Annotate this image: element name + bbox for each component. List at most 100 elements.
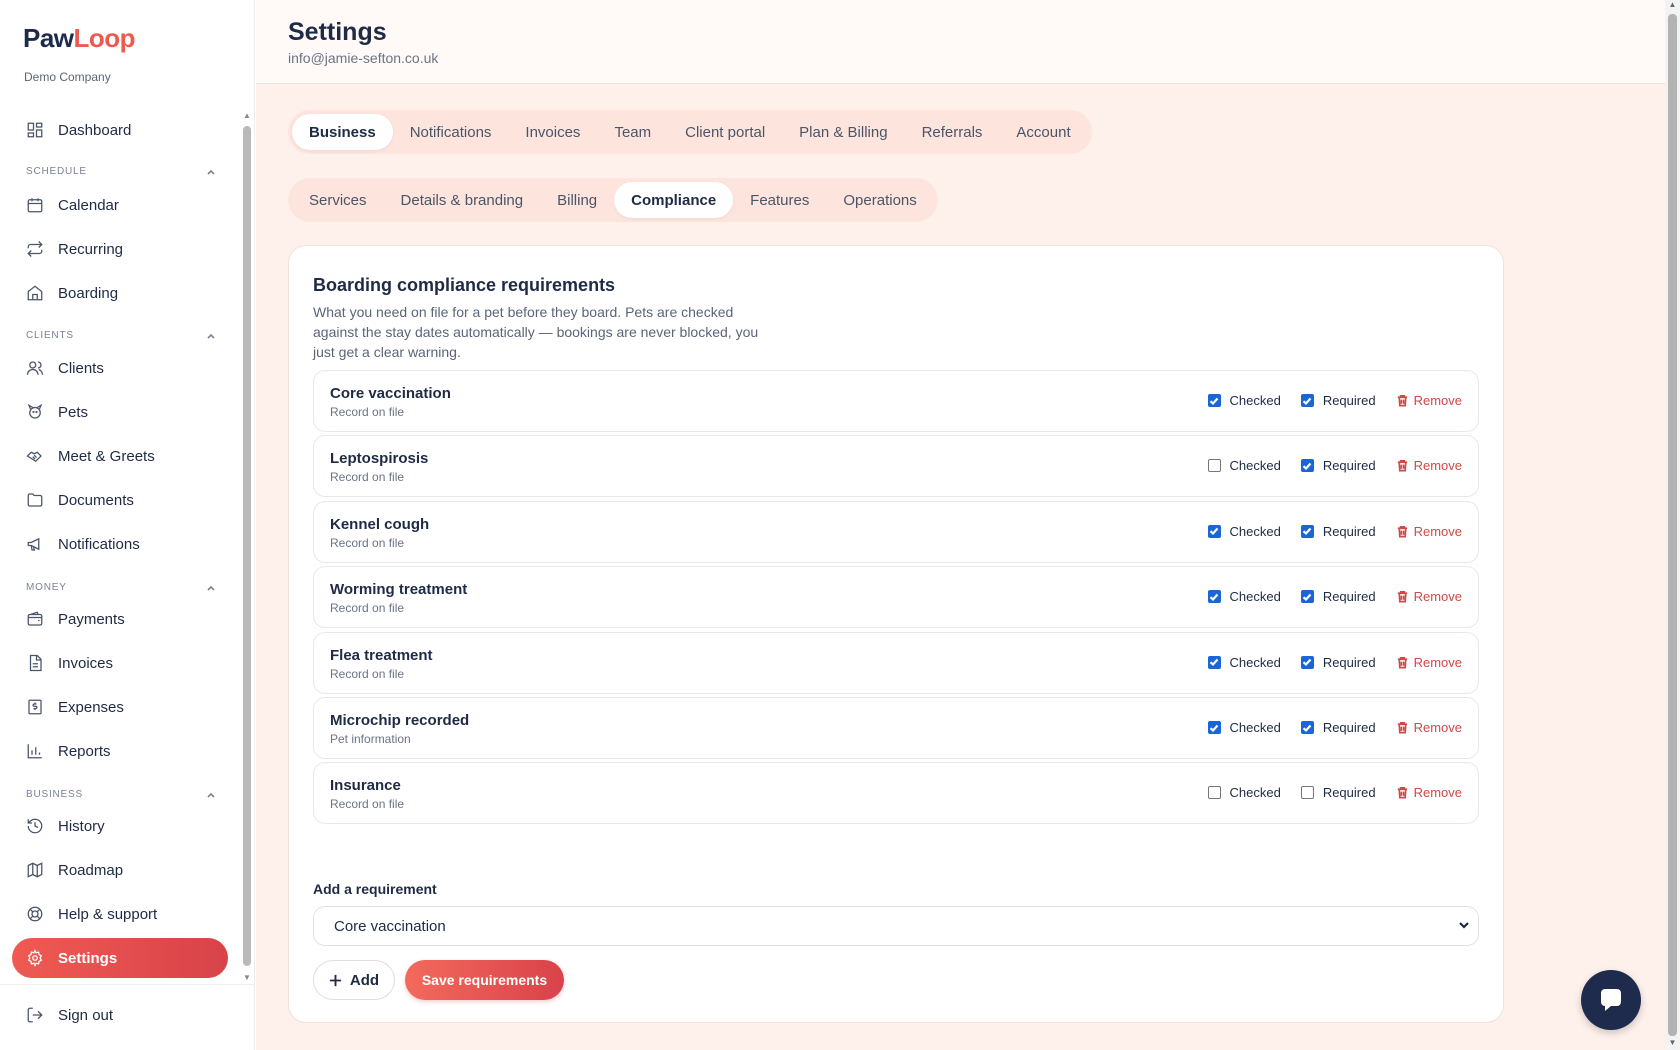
requirement-select[interactable]: Core vaccination (313, 906, 1479, 946)
requirement-name: Kennel cough (330, 515, 430, 533)
tab-client-portal[interactable]: Client portal (668, 114, 782, 150)
tab-invoices[interactable]: Invoices (508, 114, 597, 150)
remove-button[interactable]: Remove (1396, 720, 1462, 735)
checkbox[interactable] (1207, 786, 1221, 800)
checked-checkbox[interactable]: Checked (1207, 785, 1281, 800)
checkbox[interactable] (1207, 655, 1221, 669)
checked-checkbox[interactable]: Checked (1207, 524, 1281, 539)
page-title: Settings (288, 18, 387, 46)
document-icon (26, 654, 44, 672)
sidebar-item-help[interactable]: Help & support (12, 894, 228, 934)
trash-icon (1396, 525, 1414, 538)
checked-checkbox[interactable]: Checked (1207, 393, 1281, 408)
requirement-controls: Checked Required Remove (1207, 785, 1462, 800)
remove-button[interactable]: Remove (1396, 393, 1462, 408)
section-business[interactable]: BUSINESS (26, 789, 216, 800)
sidebar-item-documents[interactable]: Documents (12, 480, 228, 520)
checkbox[interactable] (1300, 524, 1314, 538)
megaphone-icon (26, 535, 44, 553)
subtab-details-branding[interactable]: Details & branding (384, 182, 541, 218)
checkbox[interactable] (1300, 721, 1314, 734)
section-schedule[interactable]: SCHEDULE (26, 166, 216, 177)
checkbox[interactable] (1207, 590, 1221, 604)
trash-icon (1396, 590, 1414, 603)
sidebar-scroll-thumb[interactable] (243, 126, 251, 966)
sidebar-item-clients[interactable]: Clients (12, 348, 228, 388)
checkbox[interactable] (1300, 459, 1314, 473)
sidebar-item-expenses[interactable]: Expenses (12, 687, 228, 727)
sidebar-item-payments[interactable]: Payments (12, 599, 228, 639)
pawloop-logo[interactable]: PawLoop (23, 22, 136, 54)
sidebar-item-settings[interactable]: Settings (12, 938, 228, 978)
sign-out-button[interactable]: Sign out (26, 1006, 113, 1024)
requirement-row: Kennel cough Record on file Checked Require… (313, 500, 1479, 563)
tab-referrals[interactable]: Referrals (905, 114, 1000, 150)
required-checkbox[interactable]: Required (1300, 655, 1376, 670)
tab-plan-billing[interactable]: Plan & Billing (782, 114, 904, 150)
checkbox[interactable] (1207, 721, 1221, 734)
chevron-up-icon (206, 331, 216, 341)
sidebar-item-roadmap[interactable]: Roadmap (12, 850, 228, 890)
chat-button[interactable] (1581, 970, 1641, 1030)
required-checkbox[interactable]: Required (1300, 720, 1376, 735)
required-checkbox[interactable]: Required (1300, 785, 1376, 800)
section-clients[interactable]: CLIENTS (26, 330, 216, 341)
scroll-up-arrow-icon[interactable]: ▲ (1665, 0, 1680, 12)
remove-button[interactable]: Remove (1396, 589, 1462, 604)
remove-button[interactable]: Remove (1396, 785, 1462, 800)
tab-team[interactable]: Team (597, 114, 668, 150)
checkbox[interactable] (1300, 655, 1314, 669)
subtab-services[interactable]: Services (292, 182, 384, 218)
sidebar-item-reports[interactable]: Reports (12, 731, 228, 771)
sidebar-item-history[interactable]: History (12, 806, 228, 846)
tab-notifications[interactable]: Notifications (393, 114, 509, 150)
sidebar-item-notifications[interactable]: Notifications (12, 524, 228, 564)
page-scroll-thumb[interactable] (1668, 14, 1677, 1036)
checked-checkbox[interactable]: Checked (1207, 458, 1281, 473)
remove-button[interactable]: Remove (1396, 458, 1462, 473)
remove-button[interactable]: Remove (1396, 524, 1462, 539)
checkbox[interactable] (1207, 459, 1221, 473)
subtab-features[interactable]: Features (733, 182, 826, 218)
subtab-operations[interactable]: Operations (826, 182, 933, 218)
required-checkbox[interactable]: Required (1300, 589, 1376, 604)
subtab-billing[interactable]: Billing (540, 182, 614, 218)
sidebar-item-recurring[interactable]: Recurring (12, 229, 228, 269)
sidebar-scrollbar[interactable]: ▲ ▼ (243, 112, 251, 982)
remove-button[interactable]: Remove (1396, 655, 1462, 670)
folder-icon (26, 491, 44, 509)
checked-checkbox[interactable]: Checked (1207, 589, 1281, 604)
requirement-source: Record on file (330, 601, 405, 616)
sidebar-item-dashboard[interactable]: Dashboard (12, 110, 228, 150)
tab-business[interactable]: Business (292, 114, 393, 150)
sidebar-item-calendar[interactable]: Calendar (12, 185, 228, 225)
checked-checkbox[interactable]: Checked (1207, 655, 1281, 670)
tab-account[interactable]: Account (999, 114, 1087, 150)
checkbox[interactable] (1300, 786, 1314, 800)
sidebar-item-invoices[interactable]: Invoices (12, 643, 228, 683)
sidebar-item-pets[interactable]: Pets (12, 392, 228, 432)
compliance-card: Boarding compliance requirements What yo… (288, 245, 1504, 1023)
checkbox[interactable] (1300, 590, 1314, 604)
scroll-down-arrow-icon[interactable]: ▼ (243, 974, 251, 982)
checkbox[interactable] (1207, 524, 1221, 538)
subtab-compliance[interactable]: Compliance (614, 182, 734, 218)
page-scrollbar[interactable]: ▲ ▼ (1665, 0, 1680, 1050)
checked-checkbox[interactable]: Checked (1207, 720, 1281, 735)
checkbox[interactable] (1207, 394, 1221, 407)
required-checkbox[interactable]: Required (1300, 458, 1376, 473)
requirement-name: Flea treatment (330, 646, 433, 664)
repeat-icon (26, 240, 44, 258)
scroll-down-arrow-icon[interactable]: ▼ (1665, 1038, 1680, 1050)
required-checkbox[interactable]: Required (1300, 524, 1376, 539)
sidebar-item-boarding[interactable]: Boarding (12, 273, 228, 313)
required-checkbox[interactable]: Required (1300, 393, 1376, 408)
checkbox[interactable] (1300, 394, 1314, 407)
sidebar-item-meet-greets[interactable]: Meet & Greets (12, 436, 228, 476)
divider (0, 984, 255, 985)
save-requirements-button[interactable]: Save requirements (405, 960, 564, 1000)
requirement-source: Record on file (330, 666, 405, 681)
scroll-up-arrow-icon[interactable]: ▲ (243, 112, 251, 120)
add-button[interactable]: Add (313, 960, 395, 1000)
section-money[interactable]: MONEY (26, 582, 216, 593)
